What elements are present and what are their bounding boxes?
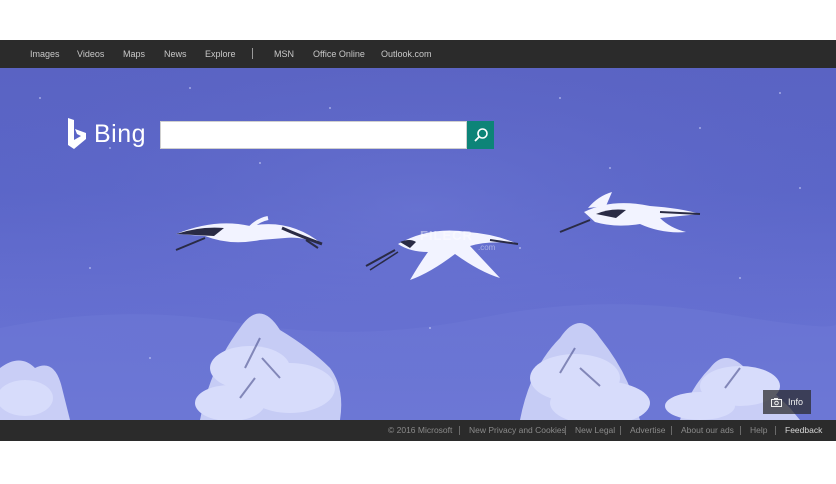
bing-logo[interactable]: Bing [66,116,146,152]
watermark: FILECR .com [420,228,510,262]
footer-divider [740,426,741,435]
search-icon [473,128,488,142]
footer-divider [620,426,621,435]
nav-item-news[interactable]: News [164,40,187,68]
nav-item-explore[interactable]: Explore [205,40,236,68]
bing-b-icon [68,118,86,149]
nav-item-images[interactable]: Images [30,40,60,68]
top-nav-bar: Images Videos Maps News Explore MSN Offi… [0,40,836,80]
search-input[interactable] [160,121,467,149]
watermark-main: FILECR [420,228,473,243]
info-label: Info [787,397,803,407]
copyright-text: © 2016 Microsoft [388,425,453,435]
footer-divider [775,426,776,435]
nav-item-office-online[interactable]: Office Online [313,40,365,68]
footer-link-feedback[interactable]: Feedback [785,420,822,441]
footer-bar: © 2016 Microsoft New Privacy and Cookies… [0,420,836,441]
nav-item-videos[interactable]: Videos [77,40,104,68]
footer-divider [671,426,672,435]
brand-name: Bing [94,119,147,148]
nav-divider [252,48,253,59]
footer-link-advertise[interactable]: Advertise [630,420,665,441]
footer-link-legal[interactable]: New Legal [575,420,615,441]
nav-item-msn[interactable]: MSN [274,40,294,68]
info-button[interactable]: Info [763,390,811,414]
footer-link-about-ads[interactable]: About our ads [681,420,734,441]
nav-item-outlook[interactable]: Outlook.com [381,40,432,68]
watermark-sub: .com [478,243,496,252]
footer-divider [459,426,460,435]
footer-divider [565,426,566,435]
nav-item-maps[interactable]: Maps [123,40,145,68]
camera-icon [770,397,782,407]
search-button[interactable] [467,121,494,149]
footer-link-help[interactable]: Help [750,420,767,441]
footer-link-privacy[interactable]: New Privacy and Cookies [469,420,566,441]
